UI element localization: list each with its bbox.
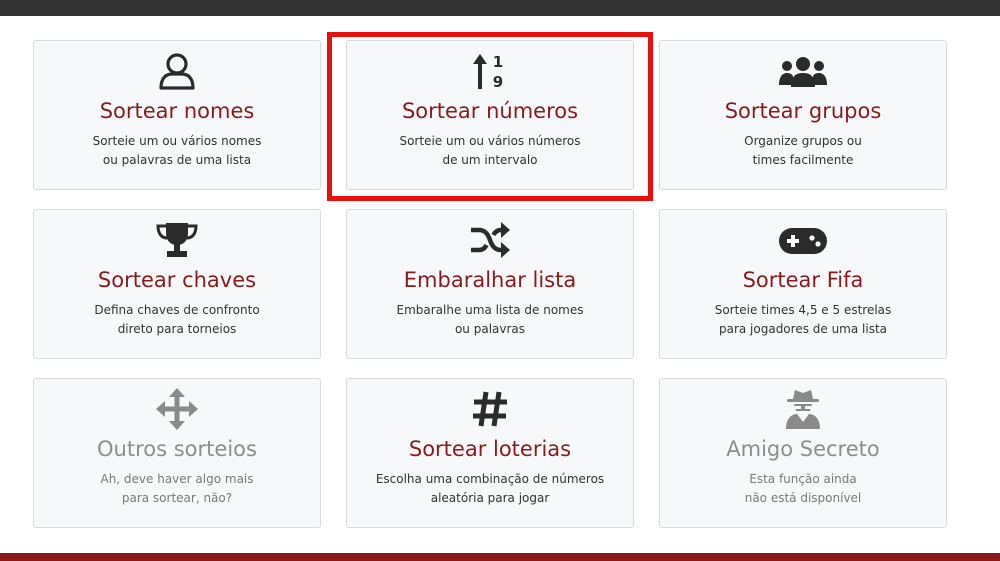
- card-sortear-numeros[interactable]: 1 9 Sortear números Sorteie um ou vários…: [346, 40, 634, 190]
- card-title: Sortear loterias: [408, 437, 572, 461]
- users-group-icon: [660, 51, 946, 91]
- card-amigo-secreto: Amigo Secreto Esta função ainda não está…: [659, 378, 947, 528]
- card-title: Sortear chaves: [97, 268, 257, 292]
- card-sortear-grupos[interactable]: Sortear grupos Organize grupos ou times …: [659, 40, 947, 190]
- arrows-move-icon: [34, 388, 320, 430]
- card-sortear-loterias[interactable]: Sortear loterias Escolha uma combinação …: [346, 378, 634, 528]
- card-title: Outros sorteios: [97, 437, 257, 461]
- sort-numeric-icon: 1 9: [347, 51, 633, 91]
- card-title: Sortear grupos: [724, 99, 882, 123]
- card-description: Escolha uma combinação de números aleató…: [375, 472, 605, 505]
- card-description: Ah, deve haver algo mais para sortear, n…: [100, 472, 254, 505]
- user-secret-icon: [660, 389, 946, 429]
- card-title: Sortear Fifa: [742, 268, 864, 292]
- card-sortear-chaves[interactable]: Sortear chaves Defina chaves de confront…: [33, 209, 321, 359]
- card-title: Embaralhar lista: [403, 268, 577, 292]
- card-sortear-fifa[interactable]: Sortear Fifa Sorteie times 4,5 e 5 estre…: [659, 209, 947, 359]
- bottom-bar: [0, 553, 1000, 561]
- top-bar: [0, 0, 1000, 16]
- card-description: Defina chaves de confronto direto para t…: [94, 303, 260, 336]
- card-description: Esta função ainda não está disponível: [744, 472, 862, 505]
- svg-text:9: 9: [493, 73, 503, 91]
- shuffle-icon: [347, 220, 633, 260]
- card-description: Sorteie um ou vários números de um inter…: [399, 134, 581, 167]
- user-icon: [34, 51, 320, 91]
- card-title: Amigo Secreto: [726, 437, 880, 461]
- trophy-icon: [34, 220, 320, 260]
- card-description: Sorteie times 4,5 e 5 estrelas para joga…: [714, 303, 892, 336]
- card-embaralhar-lista[interactable]: Embaralhar lista Embaralhe uma lista de …: [346, 209, 634, 359]
- card-description: Embaralhe uma lista de nomes ou palavras: [396, 303, 584, 336]
- card-description: Sorteie um ou vários nomes ou palavras d…: [92, 134, 262, 167]
- gamepad-icon: [660, 220, 946, 260]
- card-title: Sortear números: [401, 99, 579, 123]
- card-title: Sortear nomes: [99, 99, 255, 123]
- hashtag-icon: [347, 389, 633, 429]
- card-description: Organize grupos ou times facilmente: [744, 134, 862, 167]
- svg-text:1: 1: [493, 53, 503, 71]
- card-sortear-nomes[interactable]: Sortear nomes Sorteie um ou vários nomes…: [33, 40, 321, 190]
- card-outros-sorteios[interactable]: Outros sorteios Ah, deve haver algo mais…: [33, 378, 321, 528]
